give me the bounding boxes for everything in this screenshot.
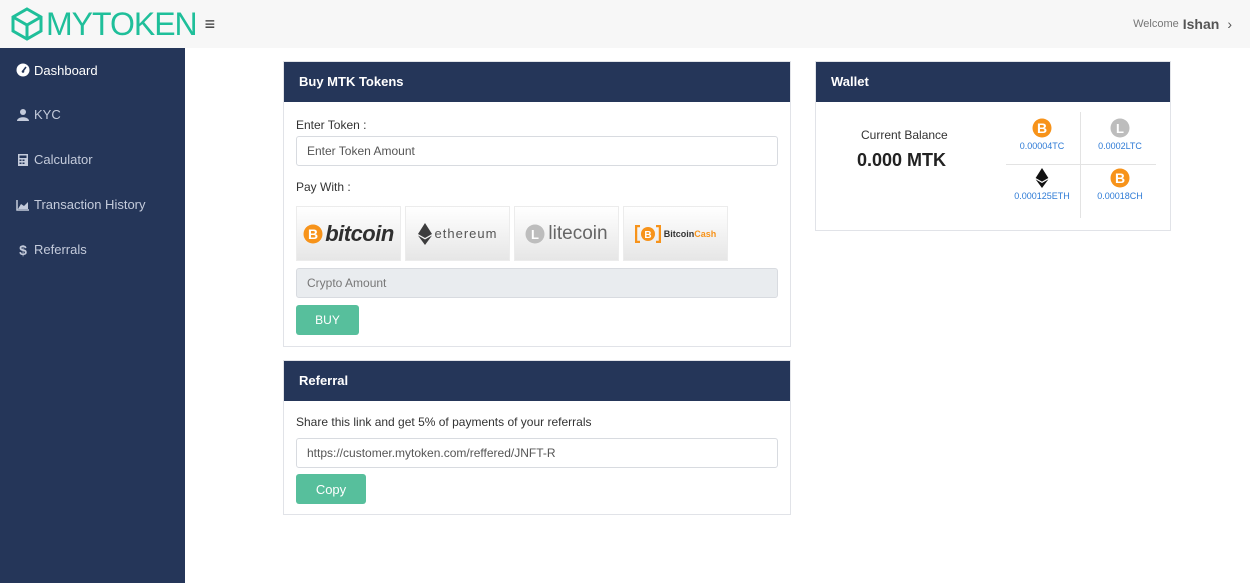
buy-tokens-title: Buy MTK Tokens: [284, 62, 790, 102]
bitcoin-cash-icon: B: [1110, 168, 1130, 188]
sidebar-item-label: KYC: [34, 107, 61, 122]
wallet-asset-ltc: L 0.0002LTC: [1082, 118, 1158, 168]
pay-ethereum-option[interactable]: ethereum: [405, 206, 510, 261]
logo[interactable]: MYTOKEN: [10, 6, 198, 42]
svg-text:B: B: [1037, 120, 1047, 136]
referral-link-value: https://customer.mytoken.com/reffered/JN…: [307, 446, 556, 460]
litecoin-icon: L: [525, 224, 545, 243]
referral-description: Share this link and get 5% of payments o…: [296, 415, 592, 429]
bitcoin-cash-icon: B: [634, 224, 661, 243]
logo-text: MYTOKEN: [46, 6, 198, 42]
svg-text:L: L: [531, 227, 539, 242]
dashboard-icon: [16, 63, 30, 77]
bitcoin-icon: B: [1032, 118, 1052, 138]
pay-litecoin-option[interactable]: L litecoin: [514, 206, 619, 261]
calculator-icon: [18, 153, 28, 166]
current-balance-label: Current Balance: [861, 128, 948, 142]
sidebar-item-label: Transaction History: [34, 197, 146, 212]
sidebar-item-label: Referrals: [34, 242, 87, 257]
wallet-asset-eth: 0.000125ETH: [1004, 168, 1080, 218]
wallet-asset-value: 0.00018CH: [1097, 191, 1143, 201]
litecoin-label: litecoin: [548, 222, 608, 244]
area-chart-icon: [16, 199, 29, 211]
ethereum-icon: [1035, 168, 1049, 188]
wallet-card: Wallet Current Balance 0.000 MTK B 0.000…: [815, 61, 1171, 231]
wallet-asset-value: 0.0002LTC: [1098, 141, 1142, 151]
sidebar-item-label: Calculator: [34, 152, 93, 167]
sidebar-item-label: Dashboard: [34, 62, 98, 78]
chevron-right-icon: ›: [1227, 16, 1232, 32]
dollar-icon: $: [19, 243, 27, 257]
svg-text:B: B: [644, 230, 651, 241]
referral-card: Referral Share this link and get 5% of p…: [283, 360, 791, 515]
token-label: Enter Token :: [296, 118, 367, 132]
token-amount-placeholder: Enter Token Amount: [307, 144, 415, 158]
payment-options: B bitcoin ethereum L litecoin B BitcoinC…: [296, 206, 778, 261]
buy-button[interactable]: BUY: [296, 305, 359, 335]
pay-bitcoin-option[interactable]: B bitcoin: [296, 206, 401, 261]
username: Ishan: [1182, 16, 1220, 32]
crypto-amount-input[interactable]: Crypto Amount: [296, 268, 778, 298]
wallet-asset-value: 0.00004TC: [1019, 141, 1065, 151]
wallet-divider-vertical: [1080, 112, 1081, 218]
wallet-asset-bch: B 0.00018CH: [1082, 168, 1158, 218]
litecoin-icon: L: [1110, 118, 1130, 138]
current-balance-value: 0.000 MTK: [857, 150, 947, 170]
bitcoin-label: bitcoin: [325, 220, 394, 246]
sidebar-item-kyc[interactable]: KYC: [0, 92, 185, 137]
wallet-asset-value: 0.000125ETH: [1014, 191, 1070, 201]
bitcoin-cash-label-b: Cash: [694, 228, 717, 239]
svg-text:$: $: [19, 243, 27, 257]
ethereum-icon: [417, 222, 432, 245]
buy-tokens-card: Buy MTK Tokens Enter Token : Enter Token…: [283, 61, 791, 347]
user-icon: [17, 108, 29, 121]
sidebar-item-transaction-history[interactable]: Transaction History: [0, 182, 185, 227]
sidebar-item-referrals[interactable]: $ Referrals: [0, 227, 185, 272]
bitcoin-cash-label-a: Bitcoin: [663, 228, 695, 239]
wallet-title: Wallet: [816, 62, 1170, 102]
sidebar-item-dashboard[interactable]: Dashboard: [0, 48, 185, 92]
wallet-asset-btc: B 0.00004TC: [1004, 118, 1080, 168]
copy-button[interactable]: Copy: [296, 474, 366, 504]
svg-text:B: B: [1115, 170, 1125, 186]
welcome-text: Welcome: [1133, 18, 1179, 30]
ethereum-label: ethereum: [434, 226, 498, 241]
pay-bitcoin-cash-option[interactable]: B BitcoinCash: [623, 206, 728, 261]
referral-title: Referral: [284, 361, 790, 401]
menu-toggle-icon[interactable]: ≡: [205, 15, 216, 33]
logo-cube-icon: [11, 7, 43, 41]
svg-text:L: L: [1116, 121, 1124, 136]
sidebar: Dashboard KYC Calculator Transaction His…: [0, 48, 185, 583]
user-menu[interactable]: Welcome Ishan ›: [1133, 16, 1232, 32]
pay-with-label: Pay With :: [296, 180, 351, 194]
token-amount-input[interactable]: Enter Token Amount: [296, 136, 778, 166]
crypto-amount-placeholder: Crypto Amount: [307, 276, 387, 290]
bitcoin-cash-label: BitcoinCash: [664, 229, 717, 239]
bitcoin-icon: B: [303, 224, 323, 243]
referral-link-input[interactable]: https://customer.mytoken.com/reffered/JN…: [296, 438, 778, 468]
sidebar-item-calculator[interactable]: Calculator: [0, 137, 185, 182]
svg-text:B: B: [308, 226, 318, 242]
top-bar: MYTOKEN ≡ Welcome Ishan ›: [0, 0, 1250, 48]
